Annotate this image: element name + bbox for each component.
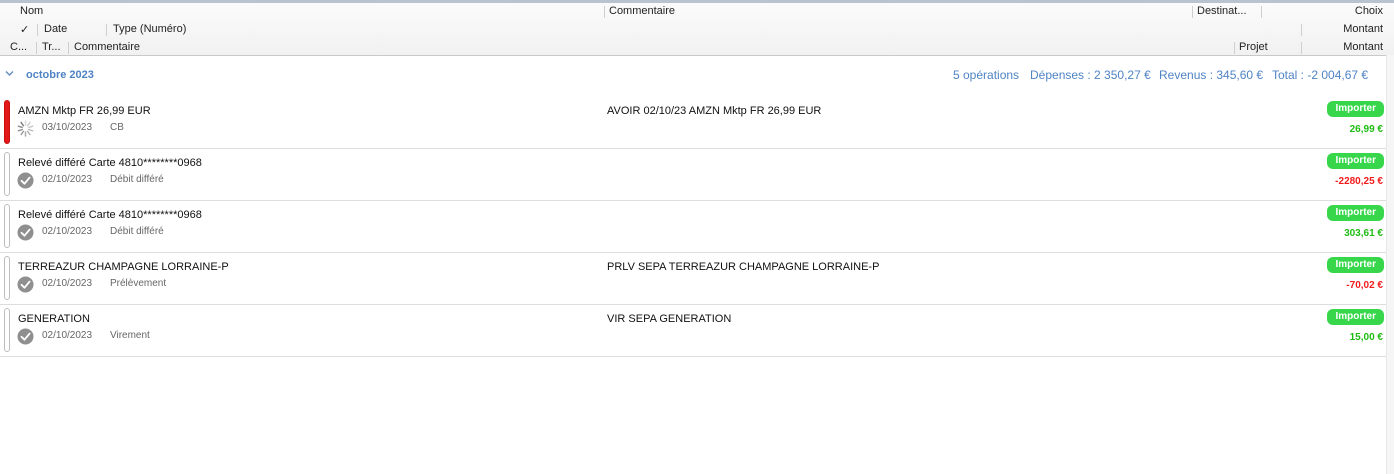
income-total: Revenus : 345,60 € [1159, 68, 1264, 82]
transaction-comment: PRLV SEPA TERREAZUR CHAMPAGNE LORRAINE-P [607, 261, 880, 273]
transaction-date: 03/10/2023 [42, 122, 93, 133]
flag-marker[interactable] [4, 256, 10, 300]
transaction-date: 02/10/2023 [42, 330, 93, 341]
column-divider[interactable] [1234, 42, 1235, 54]
import-button[interactable]: Importer [1327, 257, 1384, 273]
group-title: octobre 2023 [26, 69, 94, 81]
column-header: Nom Commentaire Destinat... Choix ✓ Date… [0, 3, 1394, 56]
transaction-amount: 26,99 € [1349, 124, 1383, 135]
balance-total: Total : -2 004,67 € [1272, 68, 1369, 82]
col-header-name[interactable]: Nom [20, 5, 43, 17]
import-button[interactable]: Importer [1327, 205, 1384, 221]
transaction-comment: VIR SEPA GENERATION [607, 313, 732, 325]
transaction-type: Prélèvement [110, 278, 167, 289]
flag-marker[interactable] [4, 100, 10, 144]
col-header-comment-2[interactable]: Commentaire [74, 41, 140, 53]
column-divider[interactable] [604, 6, 605, 18]
import-button[interactable]: Importer [1327, 101, 1384, 117]
transaction-name: Relevé différé Carte 4810********0968 [18, 209, 202, 221]
col-header-transfer[interactable]: Tr... [42, 41, 61, 53]
column-divider[interactable] [1301, 42, 1302, 54]
col-header-type[interactable]: Type (Numéro) [113, 23, 186, 35]
transaction-row[interactable]: Relevé différé Carte 4810********0968 02… [0, 148, 1386, 201]
transaction-date: 02/10/2023 [42, 226, 93, 237]
check-circle-icon [17, 328, 34, 345]
import-button[interactable]: Importer [1327, 309, 1384, 325]
chevron-down-icon[interactable] [5, 70, 14, 77]
transaction-amount: -70,02 € [1346, 280, 1383, 291]
col-header-category[interactable]: C... [10, 41, 27, 53]
col-header-project[interactable]: Projet [1239, 41, 1268, 53]
transaction-row[interactable]: AMZN Mktp FR 26,99 EUR AVOIR 02/10/23 AM… [0, 96, 1386, 149]
transaction-date: 02/10/2023 [42, 174, 93, 185]
flag-marker[interactable] [4, 204, 10, 248]
operations-count: 5 opérations [953, 68, 1020, 82]
transaction-amount: -2280,25 € [1335, 176, 1383, 187]
check-circle-icon [17, 224, 34, 241]
column-divider[interactable] [36, 42, 37, 54]
transaction-type: Débit différé [110, 226, 164, 237]
import-button[interactable]: Importer [1327, 153, 1384, 169]
transaction-type: Débit différé [110, 174, 164, 185]
transaction-date: 02/10/2023 [42, 278, 93, 289]
column-divider[interactable] [1301, 24, 1302, 36]
transaction-name: GENERATION [18, 313, 90, 325]
flag-marker[interactable] [4, 152, 10, 196]
column-divider[interactable] [1192, 6, 1193, 18]
column-divider[interactable] [106, 24, 107, 36]
transaction-comment: AVOIR 02/10/23 AMZN Mktp FR 26,99 EUR [607, 105, 822, 117]
column-divider[interactable] [1261, 6, 1262, 18]
transaction-type: Virement [110, 330, 150, 341]
transaction-name: AMZN Mktp FR 26,99 EUR [18, 105, 151, 117]
transaction-amount: 15,00 € [1349, 332, 1383, 343]
col-header-amount-2[interactable]: Montant [1343, 41, 1383, 53]
transaction-row[interactable]: TERREAZUR CHAMPAGNE LORRAINE-P PRLV SEPA… [0, 252, 1386, 305]
col-header-choice[interactable]: Choix [1355, 5, 1383, 17]
column-divider[interactable] [68, 42, 69, 54]
transaction-name: Relevé différé Carte 4810********0968 [18, 157, 202, 169]
transaction-name: TERREAZUR CHAMPAGNE LORRAINE-P [18, 261, 229, 273]
expenses-total: Dépenses : 2 350,27 € [1030, 68, 1151, 82]
transaction-row[interactable]: GENERATION VIR SEPA GENERATION 02/10/202… [0, 304, 1386, 357]
transaction-amount: 303,61 € [1344, 228, 1383, 239]
check-circle-icon [17, 172, 34, 189]
spinner-icon [17, 120, 34, 137]
transaction-row[interactable]: Relevé différé Carte 4810********0968 02… [0, 200, 1386, 253]
col-header-amount[interactable]: Montant [1343, 23, 1383, 35]
column-divider[interactable] [37, 24, 38, 36]
transaction-type: CB [110, 122, 124, 133]
month-group-header[interactable]: octobre 2023 5 opérations Dépenses : 2 3… [0, 62, 1394, 88]
check-circle-icon [17, 276, 34, 293]
col-header-check[interactable]: ✓ [20, 23, 29, 36]
vertical-scrollbar[interactable] [1386, 55, 1394, 474]
col-header-comment[interactable]: Commentaire [609, 5, 675, 17]
flag-marker[interactable] [4, 308, 10, 352]
col-header-date[interactable]: Date [44, 23, 67, 35]
col-header-destination[interactable]: Destinat... [1197, 5, 1247, 17]
